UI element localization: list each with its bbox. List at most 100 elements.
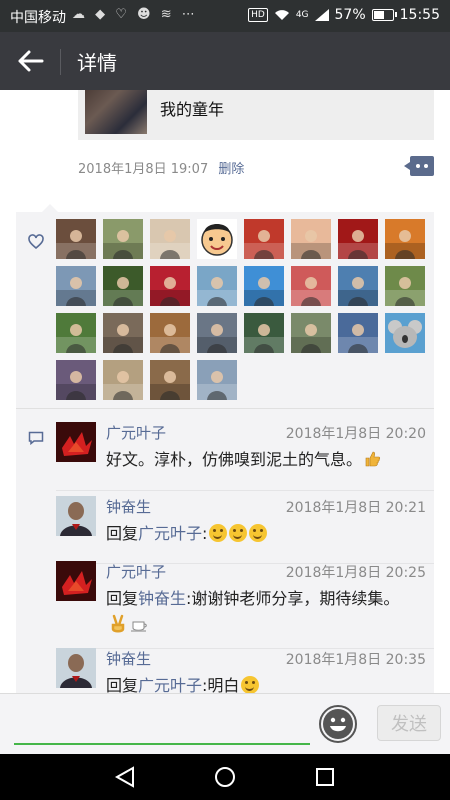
likes-section: [16, 212, 434, 407]
liker-avatar[interactable]: [56, 313, 96, 353]
liker-avatar[interactable]: [244, 266, 284, 306]
comment-time: 2018年1月8日 20:35: [285, 652, 426, 668]
hd-icon: HD: [248, 8, 268, 22]
liker-avatar[interactable]: [150, 360, 190, 400]
thumbs-up-icon: [365, 451, 381, 467]
liker-avatar[interactable]: [103, 313, 143, 353]
comment-text: :谢谢钟老师分享，期待续集。: [186, 589, 400, 608]
liker-avatar[interactable]: [291, 219, 331, 259]
person-avatar-icon: [150, 313, 190, 353]
notification-icons: ☁ ◆ ♡ ☻ ≋ ⋯: [72, 7, 198, 22]
coffee-cup-icon: [131, 621, 147, 632]
emoji-picker-icon[interactable]: [318, 704, 358, 744]
commenter-name[interactable]: 广元叶子: [106, 422, 166, 443]
smile-icon: [249, 524, 268, 542]
liker-avatar[interactable]: [150, 266, 190, 306]
person-avatar-icon: [56, 648, 96, 688]
title-bar: 详情: [0, 32, 450, 90]
liker-avatar[interactable]: [103, 266, 143, 306]
person-avatar-icon: [56, 360, 96, 400]
shared-article-title: 我的童年: [160, 100, 225, 119]
liker-avatar[interactable]: [56, 266, 96, 306]
smile-icon: [209, 524, 228, 542]
comment-item[interactable]: 钟奋生 2018年1月8日 20:35 回复广元叶子:明白: [56, 648, 426, 693]
liker-avatar[interactable]: [56, 219, 96, 259]
liker-avatar[interactable]: [338, 219, 378, 259]
send-button[interactable]: 发送: [377, 705, 441, 741]
comment-input-bar: 发送: [0, 693, 450, 755]
moment-detail: 我的童年 2018年1月8日 19:07 删除 广元叶子 2018年1月8日 2…: [0, 90, 450, 693]
comment-text: 好文。淳朴，仿佛嗅到泥土的气息。: [106, 450, 363, 469]
liker-avatar[interactable]: [338, 266, 378, 306]
shared-article-card[interactable]: 我的童年: [78, 90, 434, 140]
person-avatar-icon: [338, 219, 378, 259]
liker-avatar[interactable]: [197, 360, 237, 400]
person-avatar-icon: [103, 313, 143, 353]
commenter-avatar[interactable]: [56, 648, 96, 688]
heart-icon: [28, 234, 44, 250]
more-dot-icon: [424, 164, 428, 168]
comment-text: :: [202, 524, 208, 543]
nav-home-icon[interactable]: [213, 766, 237, 788]
liker-avatar[interactable]: [197, 219, 237, 259]
status-bar: 中国移动 ☁ ◆ ♡ ☻ ≋ ⋯ HD 4G 57% 15:55: [0, 0, 450, 32]
commenter-name[interactable]: 钟奋生: [106, 496, 151, 517]
person-avatar-icon: [385, 219, 425, 259]
back-arrow-icon[interactable]: [14, 46, 46, 76]
comment-text-block: 回复广元叶子:: [106, 521, 411, 547]
comment-item[interactable]: 广元叶子 2018年1月8日 20:25 回复钟奋生:谢谢钟老师分享，期待续集。: [56, 561, 426, 647]
battery-percent: 57%: [334, 7, 366, 23]
comment-input[interactable]: [14, 704, 314, 742]
commenter-avatar[interactable]: [56, 561, 96, 601]
commenter-avatar[interactable]: [56, 496, 96, 536]
input-underline: [14, 743, 310, 745]
liker-avatar[interactable]: [150, 219, 190, 259]
more-actions-button[interactable]: [404, 156, 434, 176]
liker-avatar[interactable]: [244, 219, 284, 259]
post-meta: 2018年1月8日 19:07 删除: [78, 158, 244, 177]
carrier-name: 中国移动: [10, 10, 66, 26]
reply-to-name[interactable]: 广元叶子: [138, 676, 202, 693]
liker-avatar[interactable]: [385, 266, 425, 306]
liker-avatar[interactable]: [150, 313, 190, 353]
cartoon-face-avatar-icon: [197, 219, 237, 259]
nav-recents-icon[interactable]: [313, 766, 337, 788]
red-leaves-avatar-icon: [56, 561, 96, 601]
comment-time: 2018年1月8日 20:25: [285, 565, 426, 581]
comment-text-block: 回复广元叶子:明白: [106, 673, 411, 693]
title-divider: [60, 49, 61, 75]
person-avatar-icon: [56, 496, 96, 536]
liker-avatar[interactable]: [244, 313, 284, 353]
wifi-icon: [274, 10, 289, 20]
comment-text-block: 好文。淳朴，仿佛嗅到泥土的气息。: [106, 447, 411, 473]
liker-avatar[interactable]: [291, 266, 331, 306]
commenter-name[interactable]: 钟奋生: [106, 648, 151, 669]
liker-avatar[interactable]: [385, 219, 425, 259]
comment-item[interactable]: 钟奋生 2018年1月8日 20:21 回复广元叶子:: [56, 496, 426, 556]
delete-link[interactable]: 删除: [218, 162, 244, 177]
liker-avatar[interactable]: [103, 360, 143, 400]
liker-avatar[interactable]: [197, 313, 237, 353]
liker-avatar[interactable]: [385, 313, 425, 353]
commenter-name[interactable]: 广元叶子: [106, 561, 166, 582]
liker-avatar[interactable]: [338, 313, 378, 353]
liker-avatar[interactable]: [56, 360, 96, 400]
liker-avatar[interactable]: [197, 266, 237, 306]
commenter-avatar[interactable]: [56, 422, 96, 462]
comment-time: 2018年1月8日 20:21: [285, 500, 426, 516]
reply-to-name[interactable]: 钟奋生: [138, 589, 186, 608]
liker-avatar[interactable]: [103, 219, 143, 259]
comment-icon: [28, 431, 44, 445]
battery-fill: [373, 11, 384, 19]
liker-avatar[interactable]: [291, 313, 331, 353]
comment-item[interactable]: 广元叶子 2018年1月8日 20:20 好文。淳朴，仿佛嗅到泥土的气息。: [56, 422, 426, 482]
clock: 15:55: [399, 7, 440, 23]
person-avatar-icon: [338, 266, 378, 306]
reply-to-name[interactable]: 广元叶子: [138, 524, 202, 543]
person-avatar-icon: [244, 313, 284, 353]
reply-prefix: 回复: [106, 589, 139, 608]
network-type: 4G: [295, 10, 309, 20]
person-avatar-icon: [244, 266, 284, 306]
comment-text-block: 回复钟奋生:谢谢钟老师分享，期待续集。: [106, 586, 411, 638]
nav-back-icon[interactable]: [113, 766, 137, 788]
